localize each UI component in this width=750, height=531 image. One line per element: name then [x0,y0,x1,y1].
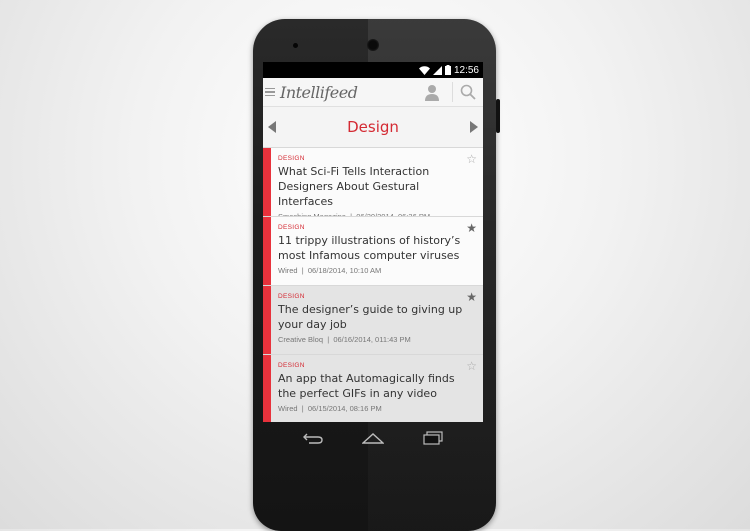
feed-item[interactable]: DESIGN The designer’s guide to giving up… [263,285,483,354]
back-icon[interactable] [303,432,323,444]
front-camera [367,39,379,51]
status-time: 12:56 [453,64,479,76]
star-icon[interactable]: ★ [466,221,477,235]
category-stripe [263,355,271,422]
star-icon[interactable]: ★ [466,290,477,304]
item-title: The designer’s guide to giving up your d… [278,303,463,331]
item-meta: Wired | 06/15/2014, 08:16 PM [278,404,382,413]
feed-item[interactable]: DESIGN 11 trippy illustrations of histor… [263,216,483,285]
item-source: Creative Bloq [278,335,324,344]
android-nav-bar [263,425,483,451]
item-category: DESIGN [278,224,305,231]
chevron-right-icon[interactable] [469,120,479,134]
item-meta: Wired | 06/18/2014, 10:10 AM [278,266,382,275]
item-title: 11 trippy illustrations of history’s mos… [278,234,461,262]
feed-item[interactable]: DESIGN An app that Automagically finds t… [263,354,483,422]
star-icon[interactable]: ☆ [466,152,477,166]
item-title: An app that Automagically finds the perf… [278,372,455,400]
category-stripe [263,148,271,216]
signal-icon [432,65,442,75]
feed-item[interactable]: DESIGN What Sci-Fi Tells Interaction Des… [263,147,483,221]
item-date: 06/18/2014, 10:10 AM [307,266,382,275]
item-category: DESIGN [278,293,305,300]
category-stripe [263,217,271,285]
app-bar: Intellifeed [263,78,483,107]
category-title: Design [347,118,399,136]
item-date: 06/15/2014, 08:16 PM [307,404,382,413]
category-stripe [263,286,271,354]
feed-list: DESIGN What Sci-Fi Tells Interaction Des… [263,147,483,422]
item-category: DESIGN [278,155,305,162]
item-source: Wired [278,404,298,413]
battery-icon [444,65,451,75]
power-button[interactable] [496,99,500,133]
wifi-icon [418,65,430,75]
home-icon[interactable] [362,432,384,444]
item-meta: Creative Bloq | 06/16/2014, 011:43 PM [278,335,411,344]
item-source: Wired [278,266,298,275]
app-bar-divider [452,82,453,102]
recent-apps-icon[interactable] [423,431,443,445]
star-icon[interactable]: ☆ [466,359,477,373]
menu-icon[interactable] [265,87,275,97]
user-icon[interactable] [423,83,441,101]
item-title: What Sci-Fi Tells Interaction Designers … [278,165,430,208]
item-category: DESIGN [278,362,305,369]
status-bar: 12:56 [263,62,483,78]
category-selector: Design [263,107,483,147]
phone-screen: 12:56 Intellifeed Design DESIGN What Sci… [263,62,483,422]
front-sensor [293,43,298,48]
chevron-left-icon[interactable] [267,120,277,134]
item-date: 06/16/2014, 011:43 PM [333,335,411,344]
search-icon[interactable] [460,84,476,100]
app-logo: Intellifeed [280,82,358,102]
